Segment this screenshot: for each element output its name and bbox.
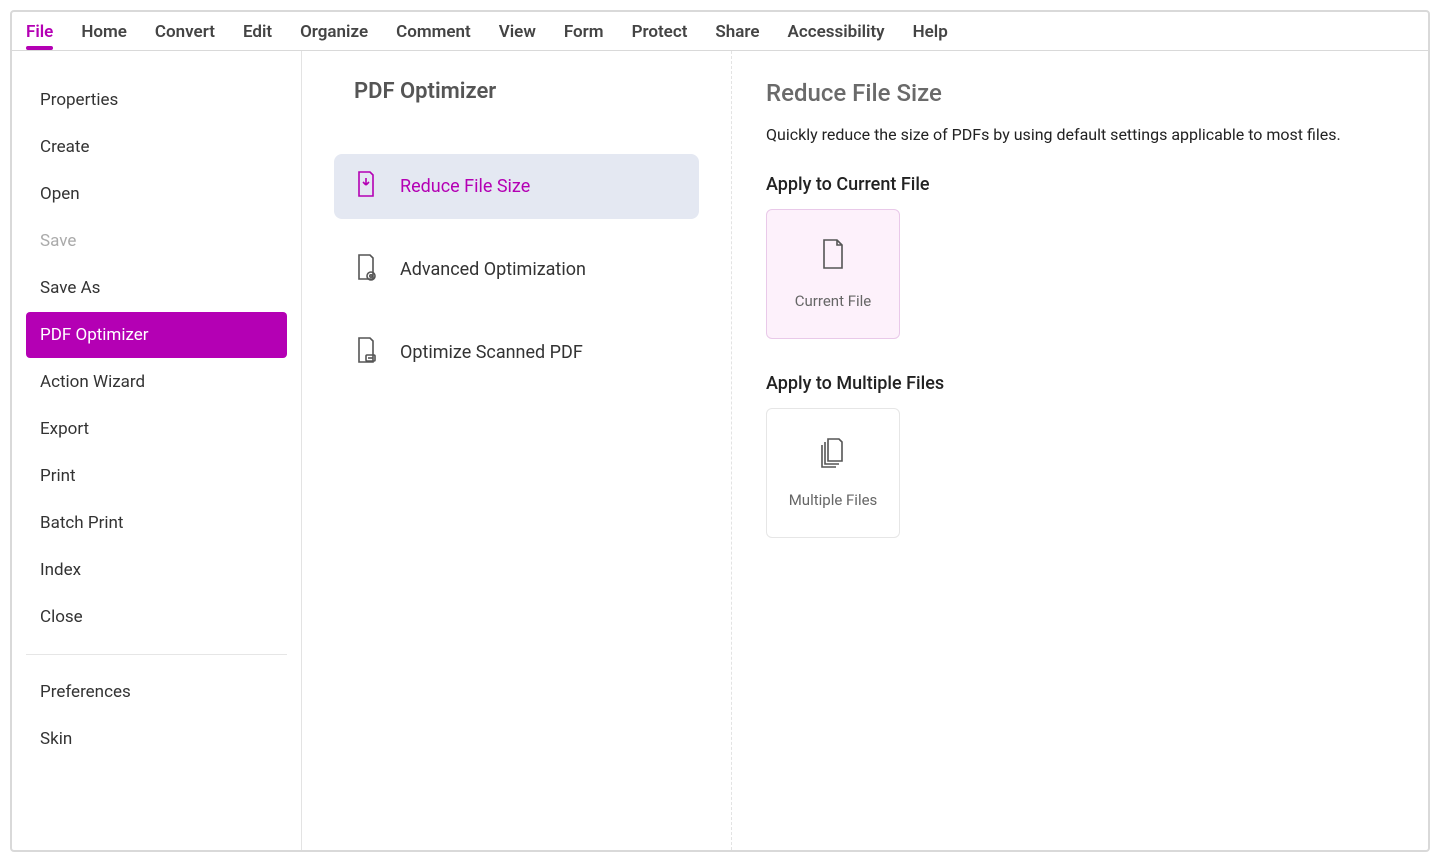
files-stack-icon — [818, 437, 848, 473]
sidebar-item-batch-print[interactable]: Batch Print — [26, 500, 287, 546]
apply-current-file-card[interactable]: Current File — [766, 209, 900, 339]
menu-form[interactable]: Form — [564, 20, 604, 48]
menu-file[interactable]: File — [26, 20, 53, 48]
menu-comment[interactable]: Comment — [396, 20, 471, 48]
menu-view[interactable]: View — [499, 20, 536, 48]
option-advanced-optimization[interactable]: Advanced Optimization — [334, 237, 699, 302]
optimize-scanned-pdf-icon — [354, 336, 378, 369]
panel-title: PDF Optimizer — [354, 79, 699, 104]
detail-panel: Reduce File Size Quickly reduce the size… — [732, 51, 1428, 850]
advanced-optimization-icon — [354, 253, 378, 286]
menu-organize[interactable]: Organize — [300, 20, 368, 48]
sidebar-item-close[interactable]: Close — [26, 594, 287, 640]
menu-edit[interactable]: Edit — [243, 20, 272, 48]
reduce-file-size-icon — [354, 170, 378, 203]
option-label: Optimize Scanned PDF — [400, 342, 583, 363]
body: Properties Create Open Save Save As PDF … — [12, 51, 1428, 850]
sidebar-divider — [26, 654, 287, 655]
sidebar-item-print[interactable]: Print — [26, 453, 287, 499]
card-label: Multiple Files — [789, 491, 878, 509]
section-multiple-files-label: Apply to Multiple Files — [766, 373, 1394, 394]
sidebar-item-open[interactable]: Open — [26, 171, 287, 217]
section-current-file-label: Apply to Current File — [766, 174, 1394, 195]
menu-home[interactable]: Home — [81, 20, 127, 48]
sidebar-item-create[interactable]: Create — [26, 124, 287, 170]
card-label: Current File — [795, 292, 871, 310]
menu-accessibility[interactable]: Accessibility — [788, 20, 885, 48]
sidebar-item-index[interactable]: Index — [26, 547, 287, 593]
menu-convert[interactable]: Convert — [155, 20, 215, 48]
optimizer-panel: PDF Optimizer Reduce File Size — [302, 51, 732, 850]
menu-help[interactable]: Help — [913, 20, 948, 48]
menubar: File Home Convert Edit Organize Comment … — [12, 12, 1428, 51]
sidebar-item-save: Save — [26, 218, 287, 264]
file-icon — [820, 238, 846, 274]
option-optimize-scanned-pdf[interactable]: Optimize Scanned PDF — [334, 320, 699, 385]
sidebar-item-skin[interactable]: Skin — [26, 716, 287, 762]
sidebar-item-pdf-optimizer[interactable]: PDF Optimizer — [26, 312, 287, 358]
sidebar-item-export[interactable]: Export — [26, 406, 287, 452]
menu-protect[interactable]: Protect — [632, 20, 688, 48]
option-label: Advanced Optimization — [400, 259, 586, 280]
detail-description: Quickly reduce the size of PDFs by using… — [766, 125, 1394, 144]
sidebar-item-save-as[interactable]: Save As — [26, 265, 287, 311]
file-sidebar: Properties Create Open Save Save As PDF … — [12, 51, 302, 850]
apply-multiple-files-card[interactable]: Multiple Files — [766, 408, 900, 538]
option-reduce-file-size[interactable]: Reduce File Size — [334, 154, 699, 219]
sidebar-item-properties[interactable]: Properties — [26, 77, 287, 123]
menu-share[interactable]: Share — [715, 20, 759, 48]
sidebar-item-action-wizard[interactable]: Action Wizard — [26, 359, 287, 405]
sidebar-item-preferences[interactable]: Preferences — [26, 669, 287, 715]
app-frame: File Home Convert Edit Organize Comment … — [10, 10, 1430, 852]
detail-title: Reduce File Size — [766, 79, 1394, 107]
option-label: Reduce File Size — [400, 176, 530, 197]
